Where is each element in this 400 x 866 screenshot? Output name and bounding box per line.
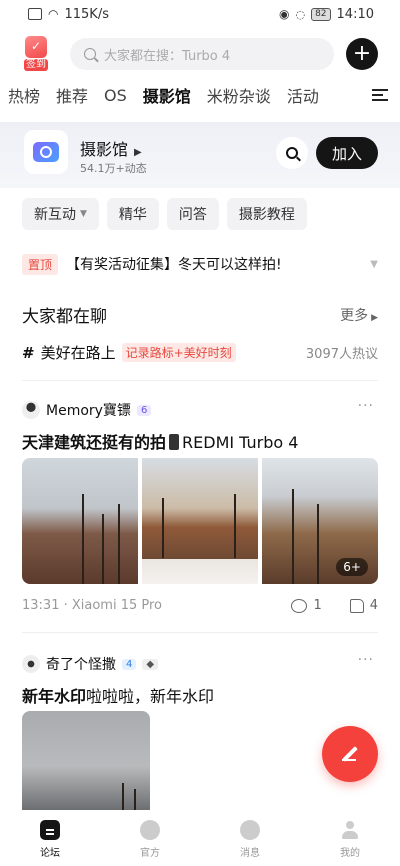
tab-chat[interactable]: 米粉杂谈	[199, 83, 279, 107]
nav-official[interactable]: 官方	[100, 810, 200, 866]
forum-stats: 54.1万+动态	[80, 162, 147, 175]
checkin-icon	[25, 36, 47, 58]
post-image[interactable]	[22, 711, 150, 811]
clock: 14:10	[336, 6, 374, 22]
post-author[interactable]: 奇了个怪撒 4 ◆	[22, 654, 159, 674]
divider	[22, 632, 378, 633]
camera-icon	[33, 142, 59, 162]
forum-name[interactable]: 摄影馆 ▶	[80, 136, 142, 160]
chip-qa[interactable]: 问答	[166, 198, 219, 230]
sim-icon	[28, 8, 42, 20]
phone-icon	[169, 434, 180, 450]
top-bar: 签到 大家都在搜：Turbo 4 +	[0, 34, 400, 74]
medal-icon: ◆	[142, 658, 159, 670]
chip-featured[interactable]: 精华	[106, 198, 159, 230]
signin-button[interactable]: 签到	[22, 34, 50, 74]
divider	[22, 380, 378, 381]
section-title: 大家都在聊	[22, 307, 107, 327]
post-author[interactable]: Memory寶镖 6	[22, 400, 152, 420]
tab-recommend[interactable]: 推荐	[48, 83, 96, 107]
more-options-icon[interactable]: ···	[358, 398, 374, 414]
nav-profile[interactable]: 我的	[300, 810, 400, 866]
topic-title: 美好在路上	[40, 344, 116, 362]
search-input[interactable]: 大家都在搜：Turbo 4	[70, 38, 334, 70]
expand-icon[interactable]: ▼	[370, 259, 378, 270]
signin-label: 签到	[24, 59, 48, 71]
talk-section-header: 大家都在聊 更多 ▶	[22, 302, 378, 327]
tabs-menu-button[interactable]	[360, 80, 400, 110]
post-title[interactable]: 新年水印啦啦啦，新年水印	[22, 683, 214, 707]
dropdown-icon: ▼	[80, 209, 87, 219]
filter-chips: 新互动 ▼ 精华 问答 摄影教程	[22, 198, 307, 230]
author-name: 奇了个怪撒	[46, 657, 116, 673]
tab-hot[interactable]: 热榜	[0, 83, 48, 107]
post-image[interactable]	[142, 458, 258, 584]
chevron-right-icon: ▶	[371, 312, 378, 323]
avatar[interactable]	[22, 401, 40, 419]
forum-icon	[40, 820, 60, 840]
join-button[interactable]: 加入	[316, 137, 378, 169]
nav-messages[interactable]: 消息	[200, 810, 300, 866]
level-badge: 6	[136, 404, 152, 416]
forum-search-button[interactable]	[276, 137, 308, 169]
net-speed: 115K/s	[64, 6, 109, 22]
more-images-badge: 6+	[336, 558, 368, 576]
topic-tag: 记录路标+美好时刻	[121, 343, 236, 362]
hashtag-icon: #	[22, 343, 35, 362]
like-button[interactable]: 4	[349, 598, 378, 613]
avatar[interactable]	[22, 655, 40, 673]
category-tabs: 热榜 推荐 OS 摄影馆 米粉杂谈 活动	[0, 80, 400, 110]
play-arrow-icon: ▶	[134, 147, 142, 158]
search-icon	[286, 147, 298, 159]
mute-icon: ◌	[295, 7, 306, 21]
create-button[interactable]: +	[346, 38, 378, 70]
comment-icon	[291, 598, 308, 613]
author-name: Memory寶镖	[46, 403, 131, 419]
chip-new-interaction[interactable]: 新互动 ▼	[22, 198, 99, 230]
hot-topic[interactable]: # 美好在路上 记录路标+美好时刻 3097人热议	[22, 342, 378, 363]
bottom-navigation: 论坛 官方 消息 我的	[0, 810, 400, 866]
wifi-icon: ◠	[48, 7, 59, 21]
message-icon	[240, 820, 260, 840]
eye-icon: ◉	[278, 7, 290, 21]
compose-button[interactable]	[322, 726, 378, 782]
tab-photography[interactable]: 摄影馆	[135, 83, 199, 107]
tab-events[interactable]: 活动	[279, 83, 327, 107]
more-link[interactable]: 更多 ▶	[340, 305, 378, 325]
post-meta: 13:31 · Xiaomi 15 Pro 1 4	[22, 598, 378, 613]
level-badge: 4	[122, 658, 137, 670]
pinned-tag: 置顶	[22, 253, 59, 275]
forum-logo[interactable]	[24, 130, 68, 174]
post-time-device: 13:31 · Xiaomi 15 Pro	[22, 598, 163, 613]
user-icon	[340, 820, 360, 840]
search-placeholder: 大家都在搜：Turbo 4	[104, 48, 231, 64]
post-image-gallery: 6+	[22, 458, 378, 584]
post-image[interactable]: 6+	[262, 458, 378, 584]
official-icon	[140, 820, 160, 840]
chip-tutorial[interactable]: 摄影教程	[226, 198, 307, 230]
pinned-post[interactable]: 置顶 【有奖活动征集】冬天可以这样拍! ▼	[22, 252, 378, 276]
menu-icon	[372, 89, 388, 101]
plus-icon: +	[352, 41, 372, 66]
nav-forum[interactable]: 论坛	[0, 810, 100, 866]
pinned-title: 【有奖活动征集】冬天可以这样拍!	[66, 257, 282, 273]
more-options-icon[interactable]: ···	[358, 652, 374, 668]
thumbs-up-icon	[349, 598, 364, 613]
post-image[interactable]	[22, 458, 138, 584]
comment-button[interactable]: 1	[291, 598, 322, 613]
search-icon	[84, 48, 96, 60]
topic-heat: 3097人热议	[305, 347, 378, 362]
tab-os[interactable]: OS	[96, 86, 135, 105]
forum-header: 摄影馆 ▶ 54.1万+动态 加入	[0, 122, 400, 188]
battery-icon: 82	[311, 7, 331, 21]
status-bar: ◠ 115K/s ◉ ◌ 82 14:10	[0, 0, 400, 28]
post-title[interactable]: 天津建筑还挺有的拍 REDMI Turbo 4	[22, 429, 298, 453]
